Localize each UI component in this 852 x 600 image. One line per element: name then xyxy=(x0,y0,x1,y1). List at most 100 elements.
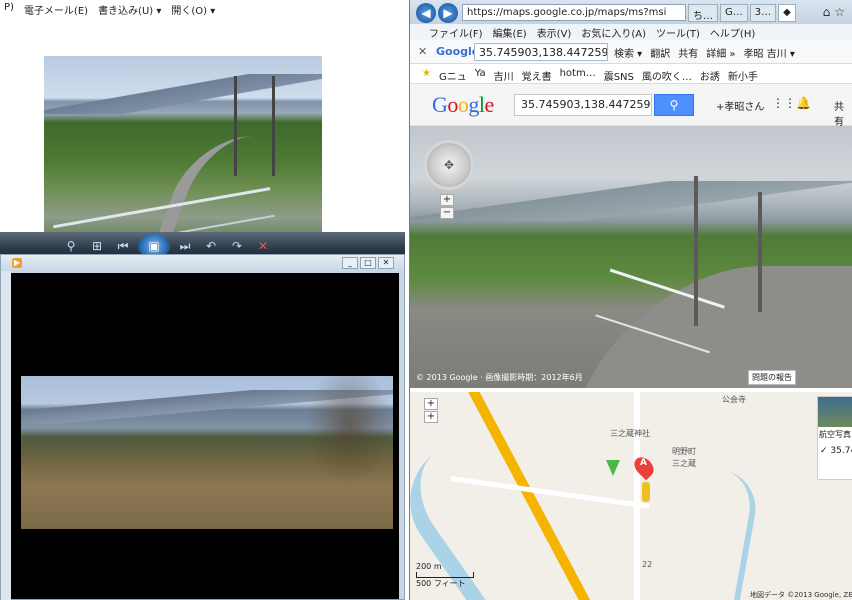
map-zoom-out-button[interactable]: + xyxy=(424,411,438,423)
zoom-icon[interactable]: ⚲ xyxy=(60,237,82,255)
close-button[interactable]: ✕ xyxy=(378,257,394,269)
map-scale: 200 m 500 フィート xyxy=(416,562,474,589)
menu-favorites[interactable]: お気に入り(A) xyxy=(576,24,651,40)
satellite-label[interactable]: 航空写真 xyxy=(818,427,852,442)
scale-imperial: 500 フィート xyxy=(416,579,466,588)
video-left-strip xyxy=(1,271,11,600)
street-view-panel[interactable]: ✥ + − © 2013 Google · 画像撮影時期：2012年6月 問題の… xyxy=(410,126,852,388)
photo-pole xyxy=(234,76,237,176)
menu-item-p[interactable]: P) xyxy=(0,0,20,16)
sv-utility-pole xyxy=(758,192,762,312)
fav-7[interactable]: 風の吹く… xyxy=(642,68,692,83)
fav-4[interactable]: 覚え書 xyxy=(522,68,552,83)
map-zoom-in-button[interactable]: + xyxy=(424,398,438,410)
close-toolbar-icon[interactable]: ✕ xyxy=(418,45,427,58)
forward-button[interactable]: ▶ xyxy=(438,3,458,23)
back-button[interactable]: ◀ xyxy=(416,3,436,23)
scale-metric: 200 m xyxy=(416,562,442,571)
map-type-control[interactable]: 航空写真 ✓ 35.74 xyxy=(817,396,852,480)
satellite-thumbnail[interactable] xyxy=(818,397,852,427)
maps-search-input[interactable]: 35.745903,138.447259 xyxy=(514,94,652,116)
next-icon[interactable]: ⏭ xyxy=(174,237,196,255)
video-screen[interactable] xyxy=(11,273,399,599)
photo-viewer-area xyxy=(0,16,405,232)
browser-window: ◀ ▶ https://maps.google.co.jp/maps/ms?ms… xyxy=(409,0,852,600)
player-app-icon: ▶ xyxy=(12,258,22,268)
video-bare-tree xyxy=(306,376,393,486)
menu-item-email[interactable]: 電子メール(E) xyxy=(20,0,94,17)
toolbar-translate-button[interactable]: 翻訳 xyxy=(650,45,670,60)
home-icon[interactable]: ⌂ xyxy=(823,5,835,19)
rotate-right-icon[interactable]: ↷ xyxy=(226,237,248,255)
map-label-temple: 公会寺 xyxy=(722,395,746,404)
mountain-road-photo xyxy=(44,56,322,232)
pegman-icon[interactable] xyxy=(642,482,650,502)
user-name-link[interactable]: +孝昭さん xyxy=(716,98,764,113)
fit-icon[interactable]: ⊞ xyxy=(86,237,108,255)
menu-tools[interactable]: ツール(T) xyxy=(651,24,705,40)
google-logo[interactable]: Google xyxy=(432,92,494,118)
sv-zoom-control: + − xyxy=(440,194,454,219)
toolbar-account[interactable]: 孝昭 吉川 ▾ xyxy=(744,45,795,60)
left-window-menubar: P) 電子メール(E) 書き込み(U) ▾ 開く(O) ▾ xyxy=(0,0,405,17)
map-label-akeno: 明野町 xyxy=(672,447,696,456)
map-zoom-control: + + xyxy=(424,398,438,423)
minimize-button[interactable]: _ xyxy=(342,257,358,269)
map-road xyxy=(634,392,640,600)
google-toolbar-logo: Google xyxy=(436,45,480,58)
fav-1[interactable]: Gニュ xyxy=(439,68,467,83)
photo-pole xyxy=(272,76,275,176)
map-panel[interactable]: + + 三之蔵神社 明野町 三之蔵 公会寺 22 A 200 m 500 フィー… xyxy=(410,392,852,600)
map-label-shrine: 三之蔵神社 xyxy=(610,429,650,438)
fav-3[interactable]: 吉川 xyxy=(494,68,514,83)
sv-zoom-in-button[interactable]: + xyxy=(440,194,454,206)
video-player-window: ▶ _ □ ✕ xyxy=(0,254,405,600)
marker-a-label: A xyxy=(640,458,647,468)
prev-icon[interactable]: ⏮ xyxy=(112,237,134,255)
address-row: ◀ ▶ https://maps.google.co.jp/maps/ms?ms… xyxy=(410,0,852,24)
sv-mountains xyxy=(410,181,852,221)
star-icon[interactable]: ☆ xyxy=(834,5,849,19)
toolbar-share-button[interactable]: 共有 xyxy=(678,45,698,60)
photo-mountains xyxy=(44,74,322,114)
tab-4-active[interactable]: ◆ xyxy=(778,4,796,22)
map-attribution: 地図データ ©2013 Google, ZENRIN xyxy=(750,591,852,599)
location-arrow-icon[interactable] xyxy=(606,460,620,476)
notifications-bell-icon[interactable]: 🔔 xyxy=(796,96,811,110)
fav-5[interactable]: hotm… xyxy=(560,68,596,83)
favorites-star-icon[interactable]: ★ xyxy=(422,68,431,83)
toolbar-more-button[interactable]: 詳細 » xyxy=(706,45,735,60)
menu-view[interactable]: 表示(V) xyxy=(532,24,577,40)
toolbar-search-input[interactable]: 35.745903,138.447259 xyxy=(474,43,608,61)
fav-9[interactable]: 新小手 xyxy=(728,68,758,83)
sv-credit: © 2013 Google · 画像撮影時期：2012年6月 xyxy=(416,373,583,382)
tab-3[interactable]: 3… xyxy=(749,4,777,22)
tab-strip: ち… G… 3… ◆ xyxy=(688,4,796,22)
maximize-button[interactable]: □ xyxy=(360,257,376,269)
sv-report-problem-link[interactable]: 問題の報告 xyxy=(748,370,796,385)
menu-file[interactable]: ファイル(F) xyxy=(424,24,488,40)
rotate-left-icon[interactable]: ↶ xyxy=(200,237,222,255)
menu-item-write[interactable]: 書き込み(U) ▾ xyxy=(94,0,167,17)
tab-1[interactable]: ち… xyxy=(688,4,718,22)
menu-help[interactable]: ヘルプ(H) xyxy=(705,24,760,40)
sv-compass-control[interactable]: ✥ xyxy=(424,140,474,190)
menu-edit[interactable]: 編集(E) xyxy=(488,24,532,40)
url-bar[interactable]: https://maps.google.co.jp/maps/ms?msi xyxy=(462,4,686,21)
browser-right-icons: ⌂☆ xyxy=(823,5,849,19)
share-link[interactable]: 共有 xyxy=(834,98,852,128)
map-river-east xyxy=(698,469,762,600)
toolbar-search-button[interactable]: 検索 ▾ xyxy=(614,45,642,60)
left-top-window: P) 電子メール(E) 書き込み(U) ▾ 開く(O) ▾ xyxy=(0,0,405,232)
sv-zoom-out-button[interactable]: − xyxy=(440,207,454,219)
fav-2[interactable]: Ya xyxy=(475,68,486,83)
apps-grid-icon[interactable]: ⋮⋮ xyxy=(772,96,796,110)
fav-8[interactable]: お誘 xyxy=(700,68,720,83)
maps-search-button[interactable]: ⚲ xyxy=(654,94,694,116)
map-label-route: 22 xyxy=(642,560,653,569)
tab-2[interactable]: G… xyxy=(720,4,748,22)
fav-6[interactable]: 震SNS xyxy=(604,68,634,83)
toolbar-items: 検索 ▾ 翻訳 共有 詳細 » 孝昭 吉川 ▾ xyxy=(614,45,795,60)
delete-icon[interactable]: ✕ xyxy=(252,237,274,255)
menu-item-open[interactable]: 開く(O) ▾ xyxy=(167,0,221,17)
